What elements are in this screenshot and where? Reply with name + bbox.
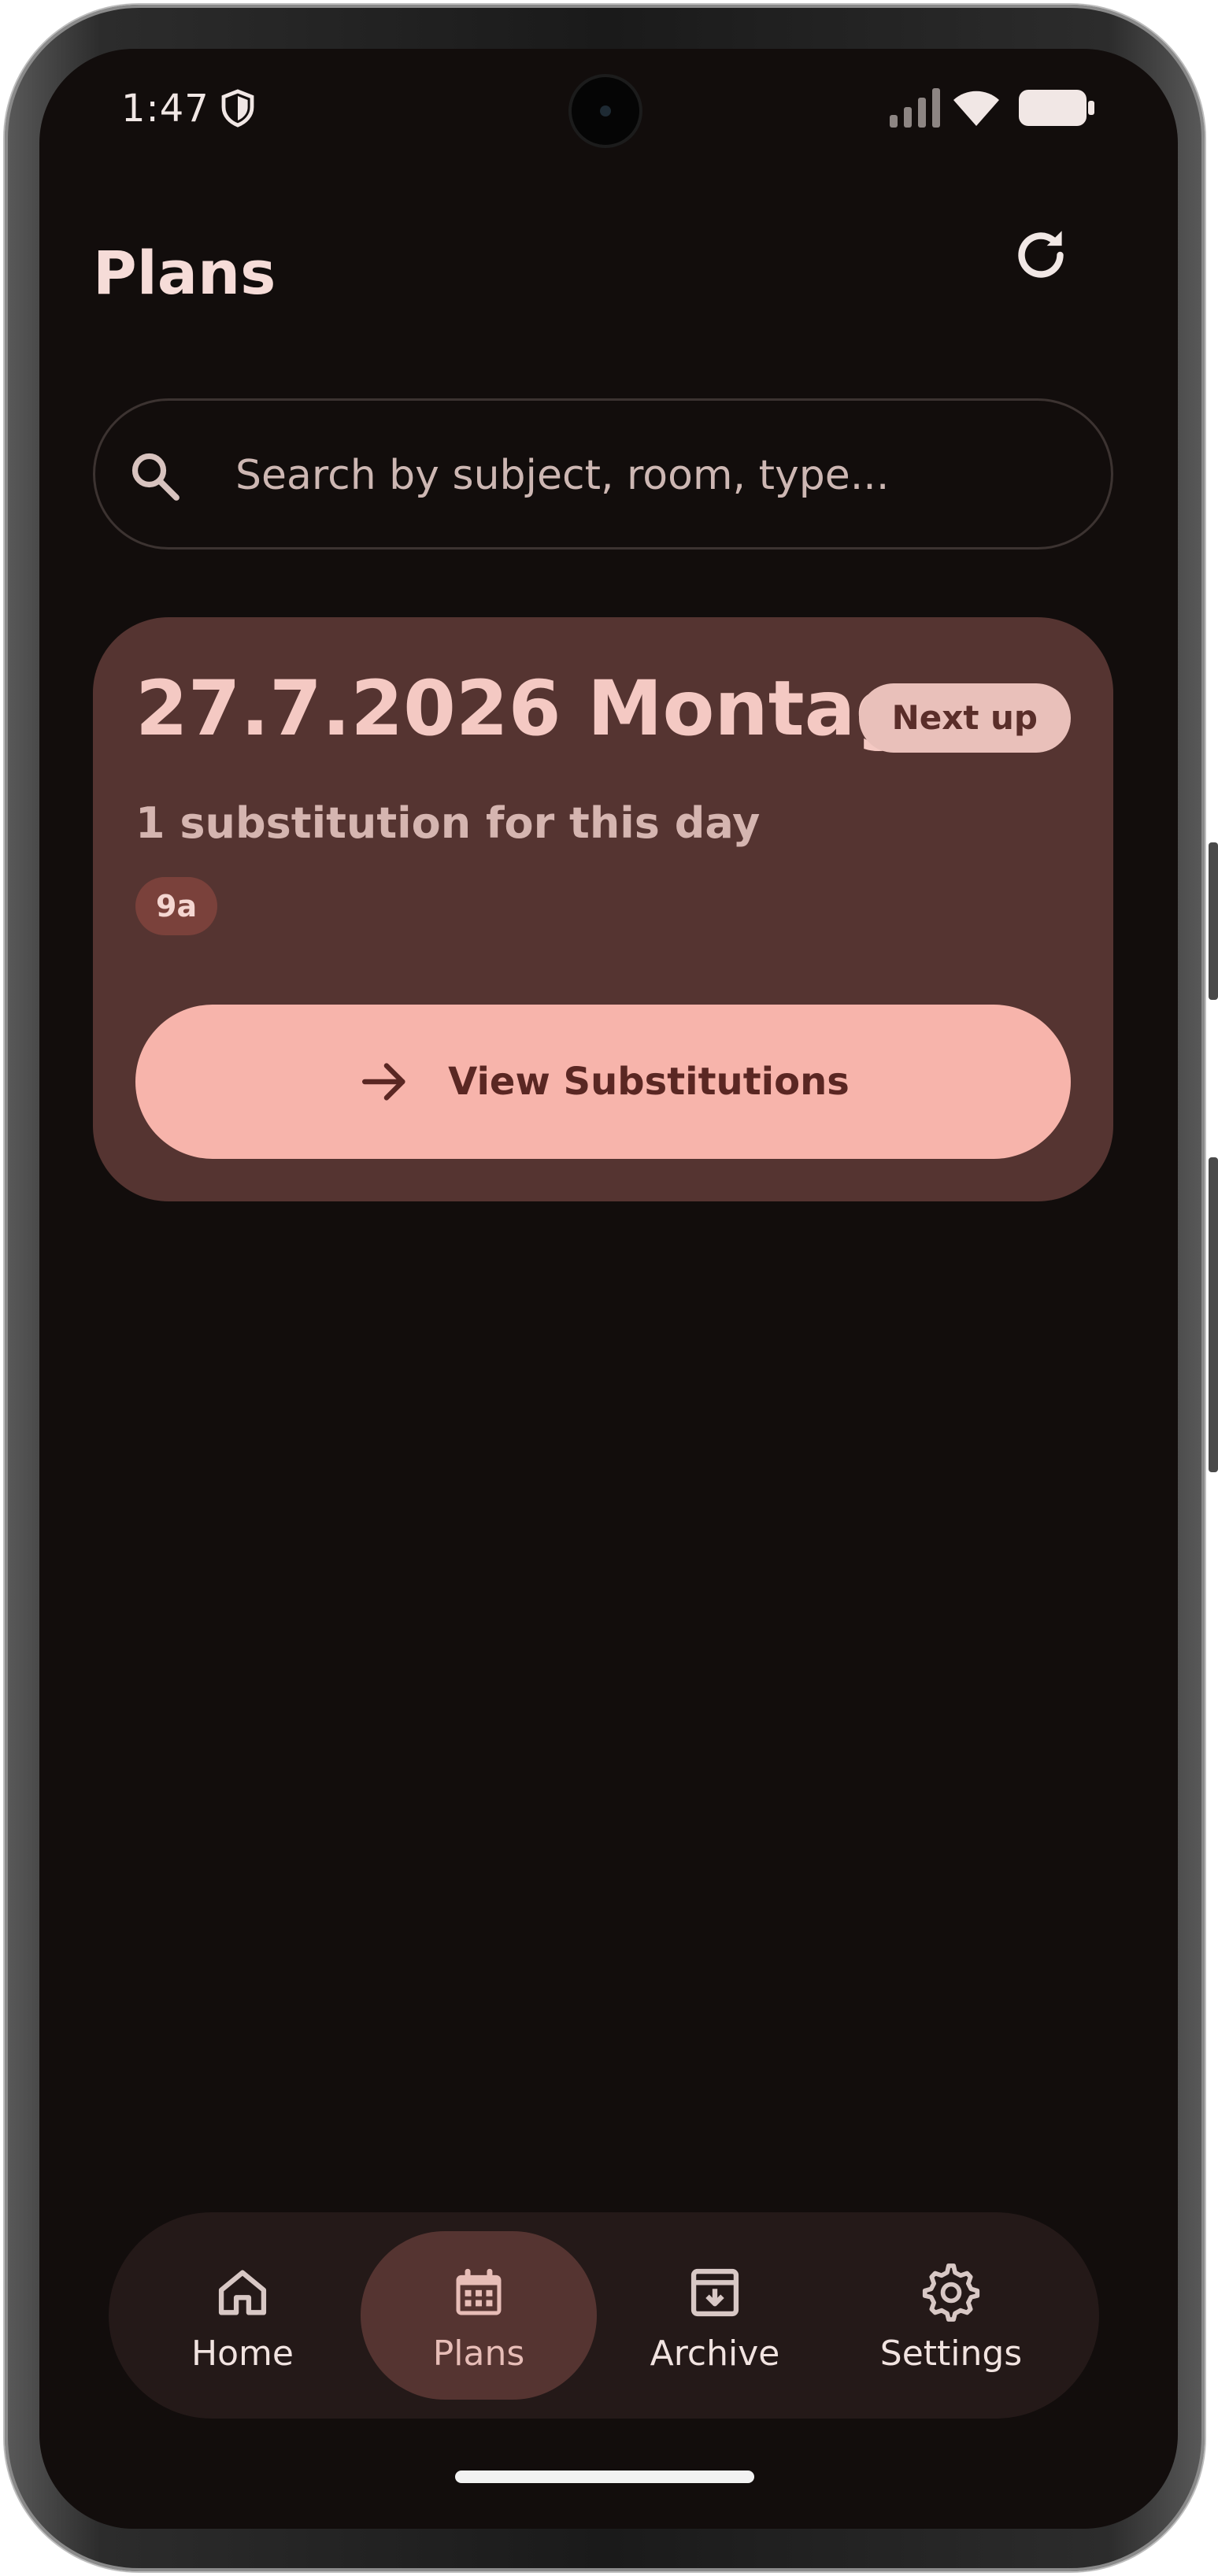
arrow-right-icon [362, 1063, 405, 1101]
nav-label-plans: Plans [432, 2334, 525, 2374]
next-up-badge: Next up [858, 683, 1071, 753]
front-camera [572, 77, 639, 145]
nav-label-settings: Settings [879, 2334, 1023, 2374]
search-icon [131, 453, 180, 501]
wifi-icon [953, 91, 999, 126]
archive-icon [690, 2268, 739, 2317]
status-time: 1:47 [121, 87, 209, 131]
search-input[interactable] [234, 432, 1064, 519]
day-card: 27.7.2026 Montag Next up 1 substitution … [93, 617, 1113, 1201]
gear-icon [922, 2263, 980, 2322]
refresh-icon[interactable] [1008, 222, 1074, 288]
volume-button [1209, 842, 1218, 1000]
class-chip: 9a [135, 877, 218, 935]
nav-item-plans[interactable]: Plans [361, 2231, 597, 2400]
phone-device: 1:47 Plans Search by subject, room, type… [0, 0, 1218, 2576]
home-indicator[interactable] [455, 2471, 754, 2483]
signal-icon [890, 88, 940, 128]
battery-icon [1019, 90, 1094, 126]
app-screen: 1:47 Plans Search by subject, room, type… [39, 49, 1178, 2529]
page-title: Plans [93, 238, 276, 308]
shield-icon [221, 89, 254, 128]
home-icon [218, 2270, 267, 2315]
view-substitutions-label: View Substitutions [448, 1060, 850, 1104]
power-button [1209, 1157, 1218, 1472]
card-summary: 1 substitution for this day [135, 798, 761, 848]
nav-label-archive: Archive [650, 2334, 780, 2374]
search-bar[interactable] [93, 398, 1113, 550]
nav-label-home: Home [191, 2334, 294, 2374]
bottom-navigation: Home Plans Archive Settings [109, 2212, 1099, 2419]
nav-item-settings[interactable]: Settings [833, 2231, 1069, 2400]
nav-item-archive[interactable]: Archive [597, 2231, 833, 2400]
calendar-icon [456, 2268, 502, 2315]
card-date: 27.7.2026 Montag [135, 664, 910, 753]
nav-item-home[interactable]: Home [124, 2231, 361, 2400]
view-substitutions-button[interactable]: View Substitutions [135, 1005, 1071, 1159]
